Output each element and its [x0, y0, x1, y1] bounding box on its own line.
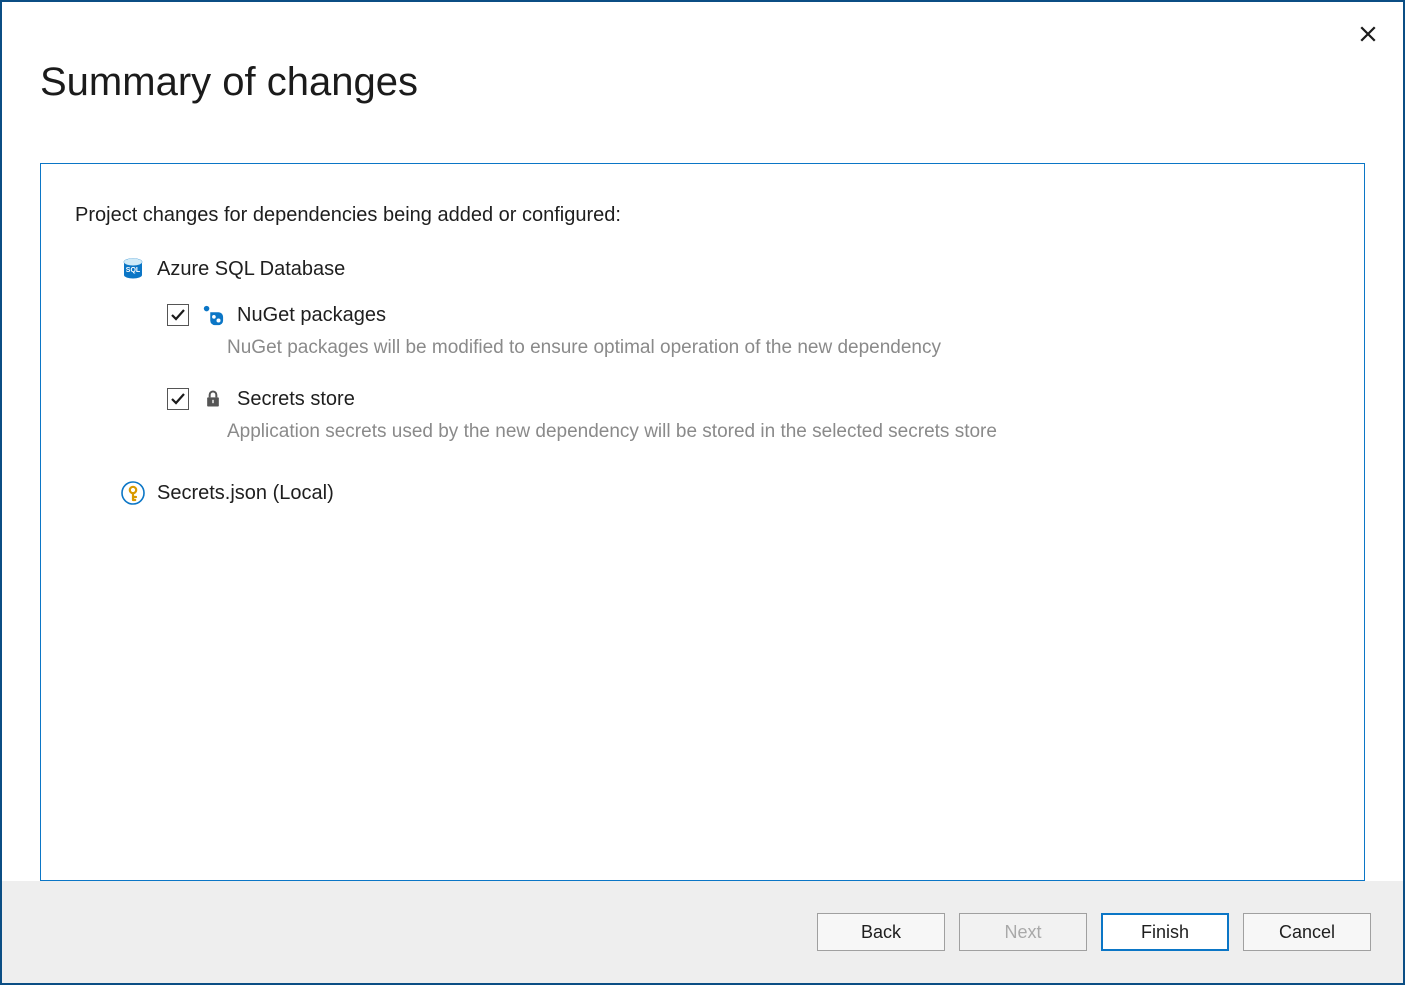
dialog-footer: Back Next Finish Cancel — [2, 881, 1403, 983]
finish-button[interactable]: Finish — [1101, 913, 1229, 951]
secrets-title: Secrets store — [237, 388, 355, 411]
azure-sql-icon: SQL — [121, 257, 145, 281]
header: Summary of changes — [2, 2, 1403, 105]
intro-text: Project changes for dependencies being a… — [75, 204, 1330, 227]
content-area: Project changes for dependencies being a… — [2, 105, 1403, 881]
dependency-name: Azure SQL Database — [157, 258, 345, 281]
nuget-title: NuGet packages — [237, 304, 386, 327]
change-item-secrets: Secrets store Application secrets used b… — [167, 387, 1330, 443]
nuget-checkbox[interactable] — [167, 304, 189, 326]
dependency-row: SQL Azure SQL Database — [121, 257, 1330, 281]
nuget-description: NuGet packages will be modified to ensur… — [227, 337, 1330, 359]
lock-icon — [201, 387, 225, 411]
key-icon — [121, 481, 145, 505]
secrets-target-row: Secrets.json (Local) — [121, 481, 1330, 505]
nuget-icon — [201, 303, 225, 327]
dialog-window: Summary of changes Project changes for d… — [0, 0, 1405, 985]
close-icon[interactable] — [1359, 20, 1377, 48]
next-button: Next — [959, 913, 1087, 951]
svg-text:SQL: SQL — [126, 267, 141, 274]
back-button[interactable]: Back — [817, 913, 945, 951]
page-title: Summary of changes — [40, 60, 1365, 105]
cancel-button[interactable]: Cancel — [1243, 913, 1371, 951]
secrets-target-label: Secrets.json (Local) — [157, 482, 334, 505]
changes-panel: Project changes for dependencies being a… — [40, 163, 1365, 881]
secrets-description: Application secrets used by the new depe… — [227, 421, 1330, 443]
secrets-checkbox[interactable] — [167, 388, 189, 410]
change-item-nuget: NuGet packages NuGet packages will be mo… — [167, 303, 1330, 359]
